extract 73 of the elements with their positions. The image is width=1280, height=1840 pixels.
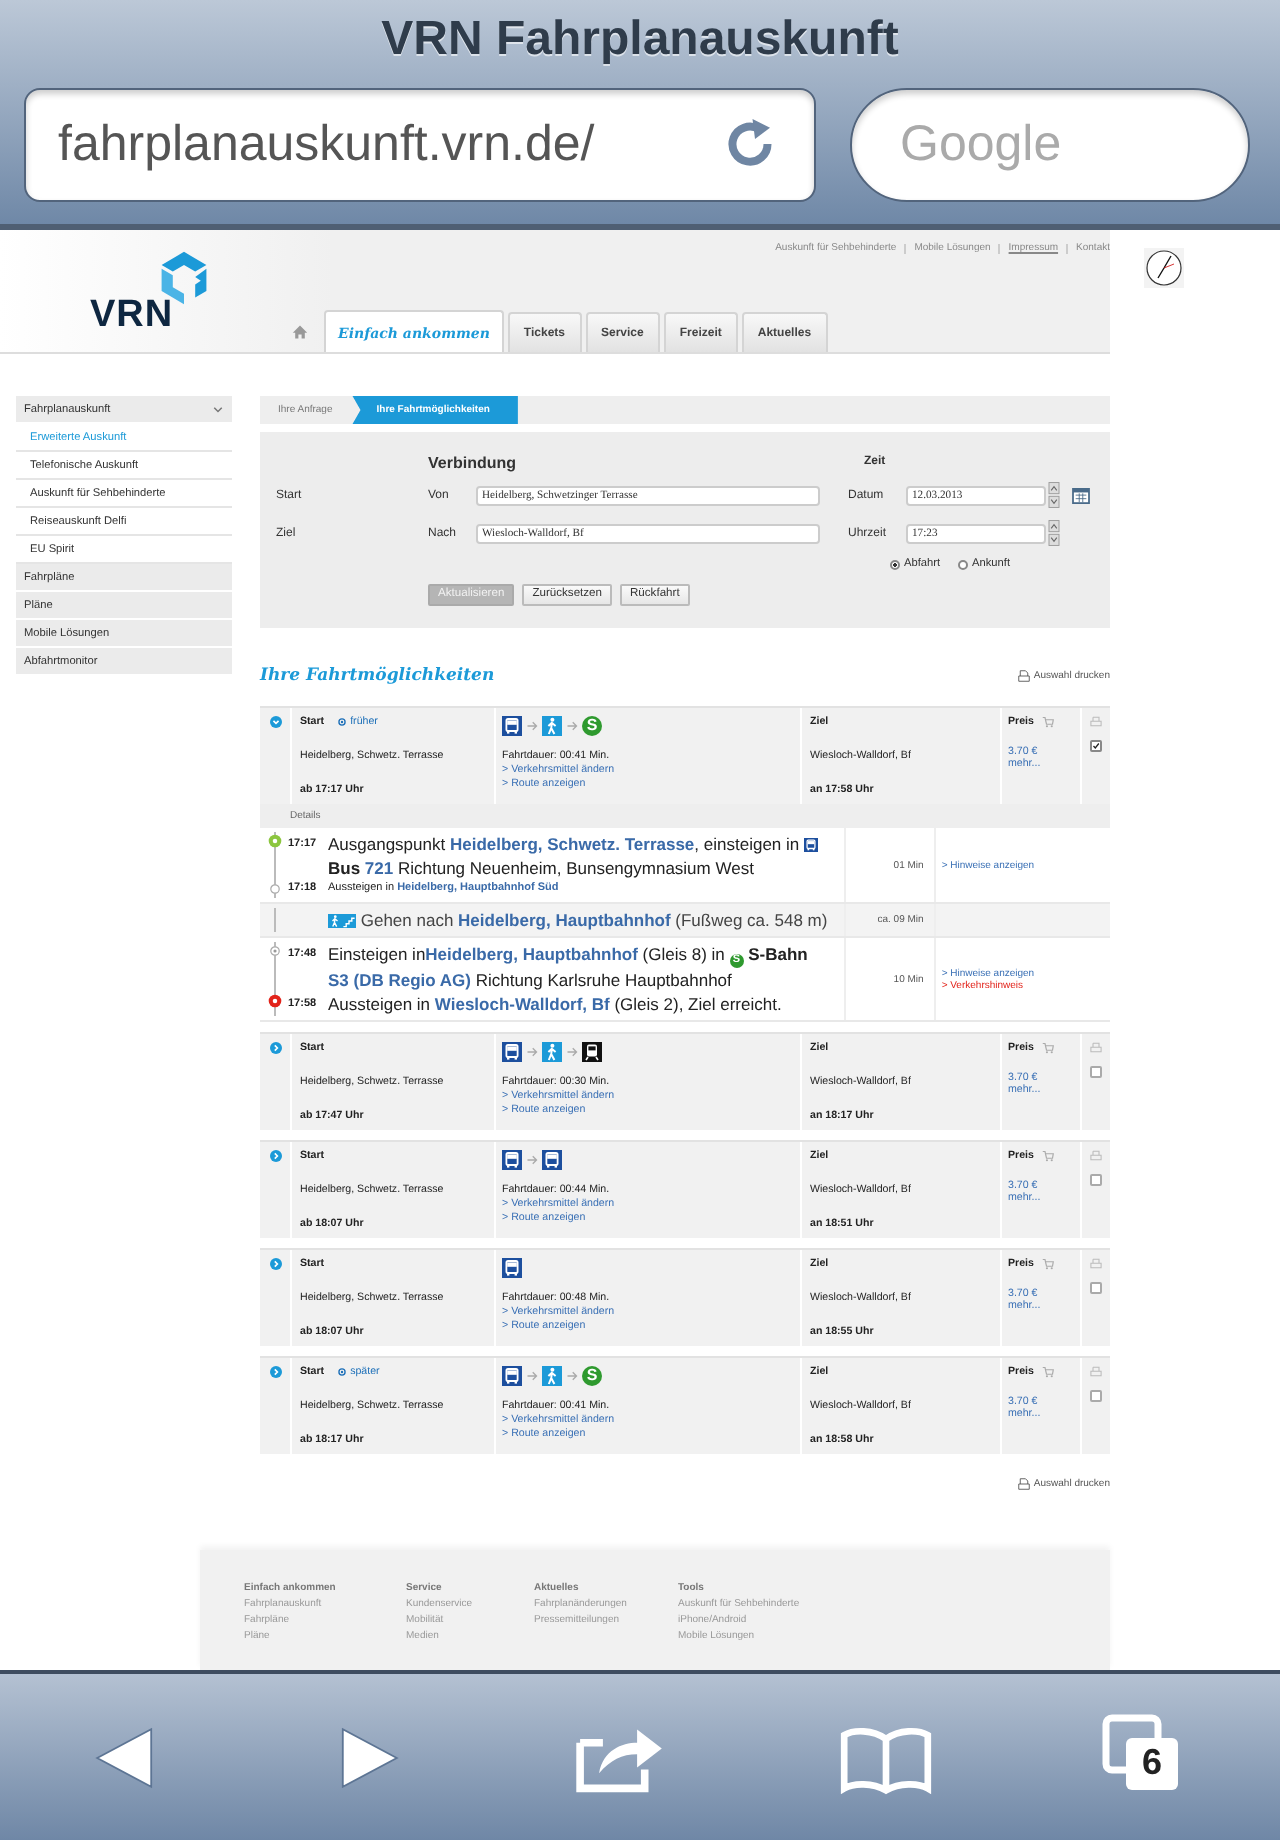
arrow-right-icon [566,720,578,732]
checkbox[interactable] [1090,740,1102,752]
bus-icon [502,1258,522,1278]
radio-button[interactable] [890,559,900,569]
bus-icon [804,838,818,852]
stepper-icon[interactable] [1048,520,1060,546]
printer-icon [1090,1258,1102,1270]
home-icon[interactable] [292,324,308,340]
bus-icon [502,1042,522,1062]
arrow-right-icon [526,1370,538,1382]
stop-link[interactable]: Wiesloch-Walldorf, Bf [434,994,610,1014]
stepper-icon[interactable] [1048,482,1060,508]
stop-link[interactable]: S3 (DB Regio AG) [328,970,471,990]
arrow-right-icon [526,1046,538,1058]
arrow-right-icon [566,1046,578,1058]
stop-link[interactable]: Heidelberg, Schwetz. Terrasse [449,834,695,854]
checkbox[interactable] [1090,1066,1102,1078]
clock-icon [1144,248,1184,288]
printer-icon [1090,1366,1102,1378]
leg-description: Gehen nach Heidelberg, Hauptbahnhof (Fußweg ca. 548 m) [328,908,845,932]
printer-icon [1090,1042,1102,1054]
bus-icon [502,716,522,736]
stop-link[interactable]: Heidelberg, Hauptbahnhof [425,944,638,964]
cart-icon[interactable] [1041,1042,1054,1054]
target-icon[interactable] [338,718,347,726]
printer-icon[interactable] [1017,1478,1030,1490]
cart-icon[interactable] [1041,1150,1054,1162]
stop-marker-icon [267,944,281,958]
cart-icon[interactable] [1041,1366,1054,1378]
s-bahn-icon: S [582,1366,602,1386]
expand-toggle-icon[interactable] [269,716,281,728]
leg-description: Aussteigen in Wiesloch-Walldorf, Bf (Gleis 2), Ziel erreicht. [328,992,784,1016]
bus-icon [542,1150,562,1170]
expand-toggle-icon[interactable] [269,1042,281,1054]
bus-icon [502,1150,522,1170]
section-heading: Verbindung [428,453,518,471]
expand-toggle-icon[interactable] [269,1150,281,1162]
leg-description: Ausgangspunkt Heidelberg, Schwetz. Terrasse, einsteigen in Bus 721 Richtung Neuenheim, Bunsengymnasium West [328,832,845,880]
printer-icon[interactable] [1017,670,1030,682]
arrow-right-icon [526,1154,538,1166]
printer-icon [1090,1150,1102,1162]
checkbox[interactable] [1090,1174,1102,1186]
stairs-icon [342,914,356,928]
checkbox[interactable] [1090,1282,1102,1294]
train-icon [582,1042,602,1062]
calendar-icon[interactable] [1072,487,1090,503]
bus-icon [502,1366,522,1386]
walking-person-icon [328,914,342,928]
address-field[interactable]: fahrplanauskunft.vrn.de/ [24,88,816,202]
arrow-right-icon [566,1370,578,1382]
printer-icon [1090,716,1102,728]
results-heading: Ihre Fahrtmöglichkeiten [260,666,495,686]
walking-person-icon [542,1366,562,1386]
stop-link[interactable]: 721 [360,858,394,878]
chevron-down-icon [212,403,224,415]
stop-link[interactable]: Heidelberg, Hauptbahnhof [458,910,671,930]
s-bahn-icon: S [582,716,602,736]
start-marker-icon [267,834,281,848]
logo-text: VRN [90,294,174,338]
stop-marker-icon [267,882,281,896]
walking-person-icon [542,716,562,736]
cart-icon[interactable] [1041,716,1054,728]
cart-icon[interactable] [1041,1258,1054,1270]
end-marker-icon [267,994,281,1008]
walking-person-icon [542,1042,562,1062]
checkbox[interactable] [1090,1390,1102,1402]
target-icon[interactable] [338,1368,347,1376]
tabs-button[interactable]: 6 [1102,1713,1190,1801]
expand-toggle-icon[interactable] [269,1258,281,1270]
radio-button[interactable] [958,559,969,569]
arrow-right-icon [526,720,538,732]
page-title: VRN Fahrplanauskunft [379,10,901,70]
expand-toggle-icon[interactable] [269,1366,281,1378]
